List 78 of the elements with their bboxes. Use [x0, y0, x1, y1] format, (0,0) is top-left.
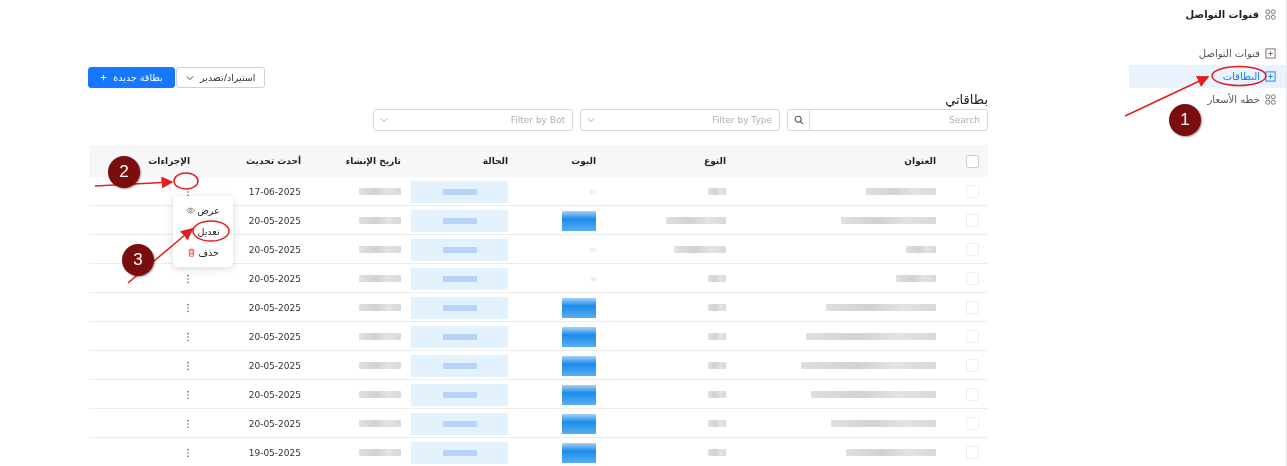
table-cell: 20-05-2025 — [248, 418, 301, 429]
chevron-down-icon — [380, 117, 388, 123]
column-header: أحدث تحديث — [246, 156, 301, 166]
import-export-button[interactable]: استيراد/تصدير — [176, 67, 266, 88]
plus-icon — [100, 74, 108, 81]
sidebar-item[interactable]: قنوات التواصل — [1129, 42, 1286, 65]
redacted-text — [896, 275, 936, 282]
redacted-text — [359, 188, 401, 195]
redacted-text — [708, 188, 726, 195]
step-number-badge: 2 — [108, 156, 140, 188]
redacted-text — [359, 217, 401, 224]
table-cell: 20-05-2025 — [248, 273, 301, 284]
more-icon[interactable] — [186, 447, 190, 458]
redacted-text — [708, 420, 726, 427]
redacted-text — [708, 304, 726, 311]
column-header: النوع — [704, 156, 726, 166]
menu-item[interactable]: حذف — [173, 242, 233, 263]
table-cell: 20-05-2025 — [248, 302, 301, 313]
more-icon[interactable] — [186, 273, 190, 284]
column-header: الإجراءات — [148, 156, 190, 166]
redacted-text — [359, 304, 401, 311]
highlight-ring — [173, 172, 199, 190]
menu-item[interactable]: عرض — [173, 200, 233, 221]
plus-square-icon — [1265, 48, 1276, 59]
more-icon[interactable] — [186, 302, 190, 313]
plus-square-icon — [1265, 71, 1276, 82]
redacted-text — [708, 333, 726, 340]
table-cell: 20-05-2025 — [248, 215, 301, 226]
more-icon[interactable] — [186, 418, 190, 429]
menu-item[interactable]: تعديل — [173, 221, 233, 242]
table-cell: 17-06-2025 — [248, 186, 301, 197]
more-icon[interactable] — [186, 360, 190, 371]
search-field[interactable]: Search — [809, 109, 988, 131]
more-icon[interactable] — [186, 389, 190, 400]
highlight-ring — [1210, 65, 1268, 87]
table-cell: 19-05-2025 — [248, 447, 301, 458]
redacted-text — [708, 391, 726, 398]
redacted-text — [674, 246, 726, 253]
redacted-text — [359, 420, 401, 427]
column-header: البوت — [571, 156, 596, 166]
chevron-down-icon — [587, 117, 595, 123]
grid-icon — [1265, 94, 1276, 105]
type-filter-dropdown[interactable]: Filter by Type — [580, 109, 780, 131]
redacted-text — [708, 275, 726, 282]
more-icon[interactable] — [186, 331, 190, 342]
chevron-down-icon — [186, 74, 194, 81]
table-cell: 20-05-2025 — [248, 360, 301, 371]
eye-icon — [186, 206, 196, 215]
bot-filter-dropdown[interactable]: Filter by Bot — [373, 109, 573, 131]
highlight-ring — [192, 220, 230, 242]
table-cell: 20-05-2025 — [248, 389, 301, 400]
table-cell: 20-05-2025 — [248, 331, 301, 342]
redacted-text — [866, 188, 936, 195]
step-number-badge: 3 — [122, 244, 154, 276]
page-title: بطاقاتي — [945, 92, 988, 109]
redacted-text — [906, 246, 936, 253]
new-card-button[interactable]: بطاقة جديدة — [88, 67, 175, 88]
column-header: الحالة — [482, 156, 508, 166]
trash-icon — [187, 248, 197, 257]
column-header: العنوان — [904, 156, 936, 166]
redacted-text — [708, 362, 726, 369]
redacted-text — [359, 275, 401, 282]
redacted-text — [666, 217, 726, 224]
redacted-text — [359, 333, 401, 340]
search-button[interactable] — [787, 109, 809, 131]
search-icon — [793, 115, 804, 125]
sidebar-item[interactable]: البطاقات — [1129, 65, 1286, 88]
column-header: تاريخ الإنشاء — [345, 156, 401, 166]
table-cell: 20-05-2025 — [248, 244, 301, 255]
redacted-text — [359, 246, 401, 253]
redacted-text — [359, 449, 401, 456]
sidebar-title: قنوات التواصل — [1185, 8, 1259, 20]
redacted-text — [708, 449, 726, 456]
redacted-text — [359, 391, 401, 398]
select-all-checkbox[interactable] — [966, 154, 979, 168]
grid-icon — [1265, 8, 1276, 20]
step-number-badge: 1 — [1169, 104, 1201, 136]
redacted-text — [359, 362, 401, 369]
